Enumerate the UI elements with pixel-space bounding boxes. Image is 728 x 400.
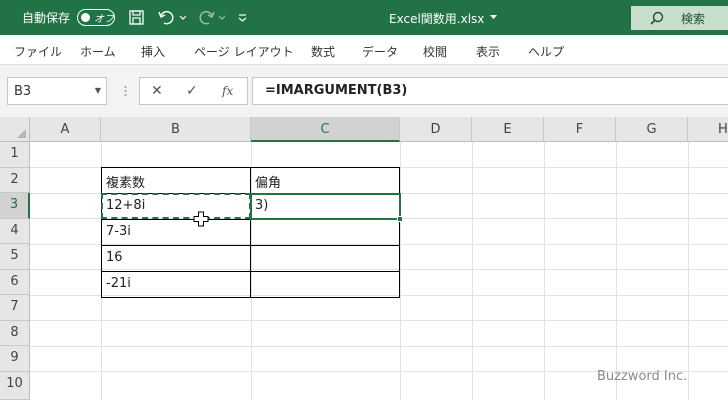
formula-bar: B3 ▼ ✕ ✓ fx =IMARGUMENT(B3) (0, 65, 728, 117)
column-header-g[interactable]: G (616, 117, 688, 142)
autosave-toggle[interactable]: オフ (77, 9, 115, 26)
tab-review[interactable]: 校閲 (423, 43, 447, 60)
tab-formulas[interactable]: 数式 (311, 43, 335, 60)
select-all-corner[interactable] (0, 117, 30, 142)
gridline (400, 142, 401, 400)
name-box[interactable]: B3 ▼ (7, 77, 107, 105)
gridline (30, 294, 728, 296)
tab-help[interactable]: ヘルプ (528, 43, 564, 60)
row-header-4[interactable]: 4 (0, 218, 30, 244)
ribbon-tabs: ファイル ホーム 挿入 ページ レイアウト 数式 データ 校閲 表示 ヘルプ (0, 35, 728, 65)
tab-home[interactable]: ホーム (80, 43, 116, 60)
filename-dropdown-icon[interactable] (488, 8, 498, 27)
column-header-h[interactable]: H (688, 117, 728, 142)
customize-toolbar-icon[interactable] (236, 8, 248, 27)
column-header-e[interactable]: E (472, 117, 544, 142)
row-header-1[interactable]: 1 (0, 142, 30, 168)
row-header-5[interactable]: 5 (0, 244, 30, 270)
cancel-icon[interactable]: ✕ (151, 83, 163, 99)
name-box-value: B3 (14, 84, 32, 99)
row-header-6[interactable]: 6 (0, 269, 30, 295)
tab-page-layout[interactable]: ページ レイアウト (194, 43, 294, 60)
gridline (30, 345, 728, 347)
cell-c3-edit-text[interactable]: 3) (251, 194, 268, 213)
row-header-2[interactable]: 2 (0, 167, 30, 193)
column-header-a[interactable]: A (30, 117, 101, 142)
formula-buttons: ✕ ✓ fx (139, 77, 248, 105)
select-all-triangle-icon (17, 129, 26, 138)
gridline (544, 142, 545, 400)
table-border (399, 167, 400, 298)
row-header-7[interactable]: 7 (0, 295, 30, 321)
toggle-knob (81, 12, 90, 22)
gridline (30, 320, 728, 321)
column-header-c[interactable]: C (251, 117, 400, 142)
active-cell-c3[interactable] (250, 193, 401, 220)
autosave-label: 自動保存 (22, 11, 71, 25)
column-header-b[interactable]: B (101, 117, 251, 142)
tab-view[interactable]: 表示 (476, 43, 500, 60)
file-name: Excel関数用.xlsx (389, 12, 485, 26)
tab-file[interactable]: ファイル (14, 43, 62, 60)
undo-icon[interactable] (156, 8, 176, 27)
watermark: Buzzword Inc. (597, 369, 688, 384)
gridline (688, 142, 689, 400)
gridline (616, 142, 617, 400)
autosave-state: オフ (94, 14, 114, 25)
search-label: 検索 (681, 12, 706, 26)
cell-b2[interactable]: 複素数 (102, 168, 145, 191)
row-header-10[interactable]: 10 (0, 371, 30, 400)
save-icon[interactable] (127, 8, 145, 27)
cell-b6[interactable]: -21i (102, 272, 131, 291)
row-header-3[interactable]: 3 (0, 193, 30, 219)
search-box[interactable]: 検索 (631, 6, 728, 30)
formula-input[interactable]: =IMARGUMENT(B3) (252, 77, 728, 105)
tab-data[interactable]: データ (362, 43, 398, 60)
redo-dropdown-icon[interactable] (217, 8, 227, 27)
fill-handle[interactable] (397, 216, 403, 222)
undo-dropdown-icon[interactable] (178, 8, 188, 27)
cell-b5[interactable]: 16 (102, 246, 123, 265)
row-header-9[interactable]: 9 (0, 346, 30, 372)
formula-bar-grip-icon[interactable] (124, 85, 127, 97)
redo-icon[interactable] (196, 8, 216, 27)
enter-check-icon[interactable]: ✓ (186, 83, 198, 99)
gridline (472, 142, 473, 400)
reference-marquee (101, 193, 251, 219)
name-box-dropdown-icon[interactable]: ▼ (95, 86, 101, 95)
tab-insert[interactable]: 挿入 (141, 43, 165, 60)
formula-text: =IMARGUMENT(B3) (265, 83, 408, 98)
gridline (30, 269, 728, 270)
cell-select-cursor-icon (193, 211, 209, 231)
title-bar: 自動保存 オフ Excel関数用.xlsx 検索 (0, 0, 728, 35)
cell-b4[interactable]: 7-3i (102, 220, 131, 239)
cell-c2[interactable]: 偏角 (251, 168, 281, 191)
column-header-d[interactable]: D (400, 117, 472, 142)
insert-function-icon[interactable]: fx (222, 84, 233, 98)
search-icon (650, 11, 664, 25)
column-header-f[interactable]: F (544, 117, 616, 142)
row-header-8[interactable]: 8 (0, 320, 30, 346)
